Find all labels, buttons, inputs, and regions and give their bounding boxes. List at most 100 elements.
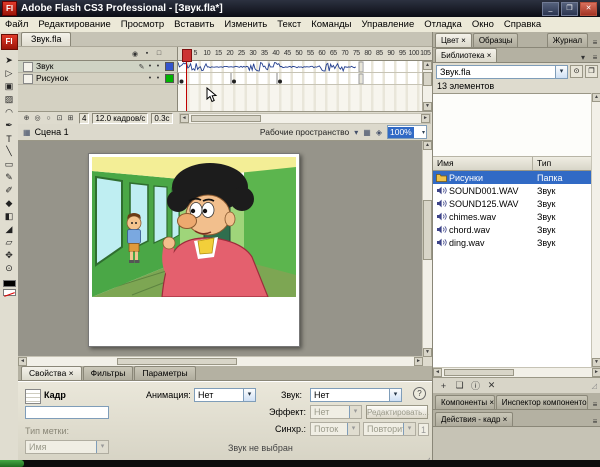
ink-bottle-tool[interactable]: ◆ bbox=[1, 197, 17, 210]
scroll-thumb[interactable] bbox=[423, 200, 432, 260]
workspace-button[interactable]: Рабочие пространство bbox=[260, 127, 349, 137]
frame-label-input[interactable] bbox=[25, 406, 109, 419]
lasso-tool[interactable]: ◠ bbox=[1, 106, 17, 119]
workspace-dropdown-icon[interactable]: ▾ bbox=[354, 128, 358, 137]
hand-tool[interactable]: ✥ bbox=[1, 249, 17, 262]
scroll-up-button[interactable]: ▲ bbox=[423, 61, 432, 70]
restore-button[interactable]: ❐ bbox=[561, 2, 578, 16]
document-tab[interactable]: Звук.fla bbox=[21, 32, 71, 46]
stage-canvas[interactable] bbox=[88, 153, 300, 347]
edit-multiple-frames-icon[interactable]: ⊡ bbox=[54, 114, 65, 122]
tab-swatches[interactable]: Образцы bbox=[473, 33, 519, 47]
stage-pasteboard[interactable]: ▲ ▼ ◄ ► bbox=[18, 141, 432, 366]
scroll-right-button[interactable]: ► bbox=[592, 368, 600, 377]
menu-item-4[interactable]: Вставить bbox=[169, 19, 219, 30]
tab-parameters[interactable]: Параметры bbox=[134, 366, 195, 380]
menu-item-7[interactable]: Команды bbox=[306, 19, 356, 30]
paint-bucket-tool[interactable]: ◧ bbox=[1, 210, 17, 223]
tab-components[interactable]: Компоненты × bbox=[435, 395, 495, 409]
edit-scene-icon[interactable]: ▦ bbox=[363, 128, 371, 137]
brush-tool[interactable]: ✐ bbox=[1, 184, 17, 197]
start-button[interactable] bbox=[0, 460, 24, 467]
library-item[interactable]: SOUND125.WAVЗвук bbox=[433, 197, 592, 210]
edit-symbol-icon[interactable]: ◈ bbox=[376, 128, 382, 137]
repeat-select[interactable]: Повторить bbox=[363, 422, 416, 436]
tab-filters[interactable]: Фильтры bbox=[83, 366, 134, 380]
repeat-count-input[interactable] bbox=[418, 423, 429, 436]
zoom-control[interactable]: 100% ▾ bbox=[387, 125, 427, 139]
layer-outline-color-chip[interactable] bbox=[165, 62, 174, 71]
scroll-down-button[interactable]: ▼ bbox=[423, 102, 432, 111]
playhead[interactable] bbox=[186, 60, 187, 111]
layer-row-picture[interactable]: Рисунок • • bbox=[18, 73, 432, 85]
library-vertical-scrollbar[interactable]: ▲ ▼ bbox=[591, 93, 600, 367]
menu-item-5[interactable]: Изменить bbox=[219, 19, 272, 30]
menu-item-9[interactable]: Отладка bbox=[419, 19, 467, 30]
tab-actions-frame[interactable]: Действия - кадр × bbox=[435, 412, 513, 426]
timeline-horizontal-scrollbar[interactable]: ◄ ► bbox=[179, 113, 431, 124]
tab-library[interactable]: Библиотека × bbox=[435, 48, 497, 62]
rectangle-tool[interactable]: ▭ bbox=[1, 158, 17, 171]
frame-rate-value[interactable]: 12.0 кадров/с bbox=[92, 113, 148, 124]
menu-item-1[interactable]: Файл bbox=[0, 19, 33, 30]
selection-tool[interactable]: ➤ bbox=[1, 54, 17, 67]
zoom-value[interactable]: 100% bbox=[388, 127, 414, 138]
zoom-tool[interactable]: ⊙ bbox=[1, 262, 17, 275]
delete-item-icon[interactable]: ✕ bbox=[485, 380, 498, 391]
scroll-left-button[interactable]: ◄ bbox=[180, 114, 189, 123]
stage-vertical-scrollbar[interactable]: ▲ ▼ bbox=[422, 141, 432, 357]
show-hide-layers-icon[interactable]: ◉ bbox=[131, 50, 139, 58]
library-item[interactable]: ding.wavЗвук bbox=[433, 236, 592, 249]
title-bar[interactable]: Fl Adobe Flash CS3 Professional - [Звук.… bbox=[0, 0, 600, 17]
column-header-type[interactable]: Тип bbox=[533, 157, 592, 170]
layer-lock-dot[interactable]: • bbox=[154, 63, 162, 70]
eyedropper-tool[interactable]: ◢ bbox=[1, 223, 17, 236]
item-properties-icon[interactable]: ⓘ bbox=[469, 379, 482, 392]
menu-item-2[interactable]: Редактирование bbox=[33, 19, 115, 30]
stage-horizontal-scrollbar[interactable]: ◄ ► bbox=[18, 356, 423, 366]
picture-layer-frames[interactable] bbox=[178, 73, 432, 85]
menu-item-11[interactable]: Справка bbox=[499, 19, 546, 30]
modify-onion-markers-icon[interactable]: ⊞ bbox=[65, 114, 76, 122]
center-frame-icon[interactable]: ⊕ bbox=[21, 114, 32, 122]
panel-dropdown-icon[interactable]: ▾ bbox=[577, 53, 589, 62]
stroke-color-swatch[interactable] bbox=[3, 280, 16, 287]
tab-component-inspector[interactable]: Инспектор компонентов bbox=[496, 395, 588, 409]
fill-color-swatch[interactable] bbox=[3, 289, 16, 296]
sync-select[interactable]: Поток bbox=[310, 422, 360, 436]
layer-lock-dot[interactable]: • bbox=[154, 75, 162, 82]
scroll-up-button[interactable]: ▲ bbox=[592, 93, 600, 102]
new-folder-icon[interactable]: ❏ bbox=[453, 380, 466, 391]
minimize-button[interactable]: _ bbox=[542, 2, 559, 16]
scroll-thumb[interactable] bbox=[117, 358, 237, 365]
gradient-transform-tool[interactable]: ▨ bbox=[1, 93, 17, 106]
text-tool[interactable]: T bbox=[1, 132, 17, 145]
scroll-down-button[interactable]: ▼ bbox=[592, 358, 600, 367]
scroll-up-button[interactable]: ▲ bbox=[423, 141, 432, 150]
layer-outline-color-chip[interactable] bbox=[165, 74, 174, 83]
scene-name[interactable]: Сцена 1 bbox=[35, 127, 69, 137]
onion-skin-outline-icon[interactable]: ○ bbox=[43, 115, 54, 122]
library-horizontal-scrollbar[interactable]: ◄ ► bbox=[433, 367, 600, 377]
onion-skin-icon[interactable]: ◎ bbox=[32, 114, 43, 122]
new-symbol-icon[interactable]: + bbox=[437, 381, 450, 391]
pencil-tool[interactable]: ✎ bbox=[1, 171, 17, 184]
panel-menu-icon[interactable]: ≡ bbox=[589, 400, 600, 409]
timeline-vertical-scrollbar[interactable]: ▲ ▼ bbox=[422, 61, 432, 111]
zoom-dropdown-icon[interactable]: ▾ bbox=[422, 129, 426, 136]
playhead-handle[interactable] bbox=[182, 49, 192, 62]
layer-visibility-dot[interactable]: • bbox=[146, 63, 154, 70]
library-item[interactable]: chimes.wavЗвук bbox=[433, 210, 592, 223]
scroll-down-button[interactable]: ▼ bbox=[423, 348, 432, 357]
scroll-right-button[interactable]: ► bbox=[414, 357, 423, 366]
edit-sound-button[interactable]: Редактировать... bbox=[366, 405, 428, 419]
panel-menu-icon[interactable]: ≡ bbox=[589, 53, 600, 62]
library-item[interactable]: chord.wavЗвук bbox=[433, 223, 592, 236]
line-tool[interactable]: ╲ bbox=[1, 145, 17, 158]
panel-menu-icon[interactable]: ≡ bbox=[589, 38, 600, 47]
layer-visibility-dot[interactable]: • bbox=[146, 75, 154, 82]
panel-menu-icon[interactable]: ≡ bbox=[589, 417, 600, 426]
menu-item-10[interactable]: Окно bbox=[467, 19, 499, 30]
scroll-thumb[interactable] bbox=[423, 72, 432, 86]
library-item[interactable]: SOUND001.WAVЗвук bbox=[433, 184, 592, 197]
